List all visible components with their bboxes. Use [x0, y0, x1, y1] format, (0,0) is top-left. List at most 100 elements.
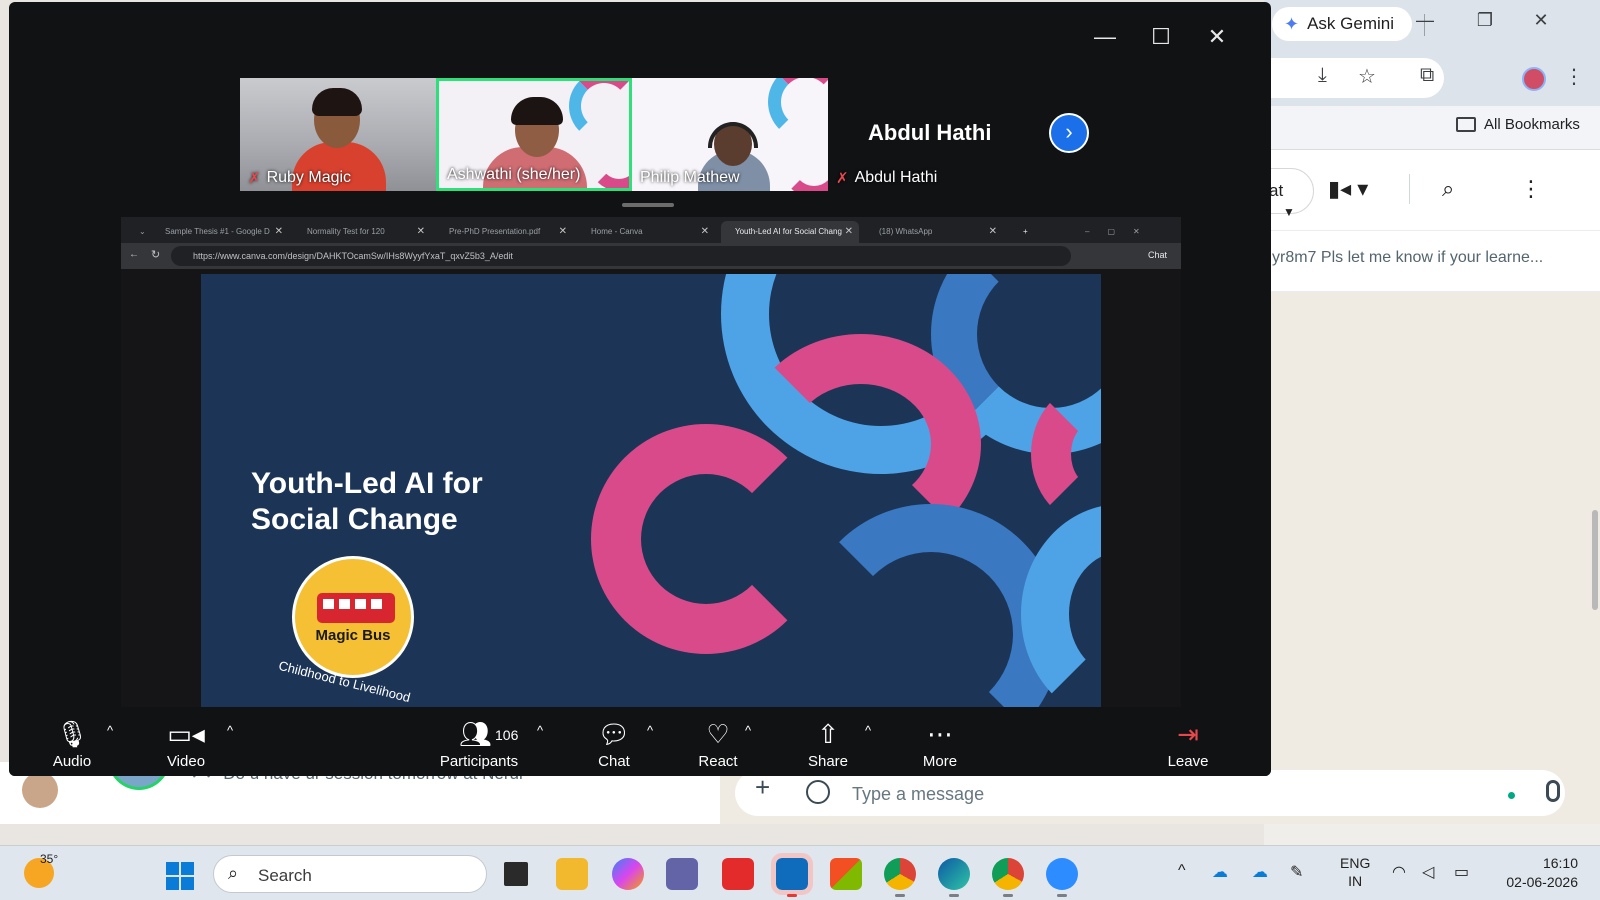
- react-options-caret[interactable]: ^: [745, 723, 751, 738]
- back-arrow-icon[interactable]: ←: [129, 249, 139, 260]
- audio-options-caret[interactable]: ^: [107, 723, 113, 738]
- participants-button[interactable]: 👥︎ Participants: [429, 717, 529, 770]
- kebab-menu-icon[interactable]: ⋮: [1564, 64, 1584, 89]
- chat-button[interactable]: 💬︎ Chat: [569, 717, 659, 770]
- zoom-close-icon[interactable]: ✕: [1202, 24, 1232, 50]
- logo-text: Magic Bus: [315, 627, 391, 644]
- minimize-icon[interactable]: —: [1410, 10, 1440, 31]
- bookmark-star-icon[interactable]: ☆: [1358, 64, 1376, 89]
- address-bar[interactable]: [1264, 58, 1444, 98]
- copilot-icon[interactable]: [612, 858, 644, 890]
- chrome-icon[interactable]: [884, 858, 916, 890]
- strip-drag-handle[interactable]: [622, 203, 674, 207]
- tab-close-icon[interactable]: ✕: [989, 226, 997, 237]
- microsoft-store-icon[interactable]: [830, 858, 862, 890]
- user-avatar[interactable]: [22, 772, 58, 808]
- shared-tab[interactable]: (18) WhatsApp ✕: [865, 221, 1003, 243]
- participant-count: 106: [495, 727, 519, 743]
- battery-icon[interactable]: ▭: [1454, 862, 1469, 882]
- tab-close-icon[interactable]: ✕: [845, 226, 853, 237]
- chat-label: Chat: [598, 753, 630, 770]
- tab-close-icon[interactable]: ✕: [275, 226, 283, 237]
- status-dot: [1508, 792, 1515, 799]
- voice-mic-icon[interactable]: [1546, 780, 1560, 802]
- participant-hair: [312, 88, 362, 116]
- sticker-emoji-icon[interactable]: [806, 780, 830, 804]
- share-screen-icon: ⇧: [817, 719, 839, 749]
- participant-name-tag: Philip Mathew: [640, 169, 740, 187]
- all-bookmarks-button[interactable]: All Bookmarks: [1456, 116, 1580, 133]
- new-tab-icon[interactable]: +: [1009, 221, 1029, 243]
- start-button[interactable]: [166, 862, 194, 890]
- menu-dots-icon[interactable]: ⋮: [1520, 176, 1542, 202]
- show-hidden-icons-chevron[interactable]: ^: [1178, 862, 1186, 880]
- edge-running-indicator: [949, 894, 959, 897]
- language-indicator[interactable]: ENG IN: [1340, 854, 1370, 890]
- tab-close-icon[interactable]: ✕: [701, 226, 709, 237]
- pinned-message-preview[interactable]: yr8m7 Pls let me know if your learne...: [1264, 230, 1600, 292]
- all-bookmarks-label: All Bookmarks: [1484, 116, 1580, 133]
- next-participants-button[interactable]: ›: [1049, 113, 1089, 153]
- shared-tab[interactable]: Pre-PhD Presentation.pdf ✕: [435, 221, 573, 243]
- tab-close-icon[interactable]: ✕: [559, 226, 567, 237]
- folder-icon: [1456, 117, 1476, 132]
- leave-button[interactable]: ⇥ Leave: [1143, 717, 1233, 770]
- tab-search-icon[interactable]: ⌄: [125, 221, 145, 243]
- onedrive-icon[interactable]: ☁: [1212, 862, 1228, 882]
- video-button[interactable]: ▭◂ Video: [141, 717, 231, 770]
- extensions-icon[interactable]: ⧉: [1420, 64, 1434, 87]
- teams-icon[interactable]: [666, 858, 698, 890]
- onedrive-business-icon[interactable]: ☁: [1252, 862, 1268, 882]
- share-button[interactable]: ⇧ Share: [783, 717, 873, 770]
- participant-display-name: Abdul Hathi: [868, 120, 992, 145]
- wifi-icon[interactable]: ◠: [1392, 862, 1406, 882]
- taskbar-search-box[interactable]: ⌕ Search: [213, 855, 487, 893]
- zoom-icon[interactable]: [1046, 858, 1078, 890]
- windows-taskbar: 35° ⌕ Search ^ ☁ ☁ ✎ ENG IN ◠ ◁ ▭ 16:10 …: [0, 845, 1600, 900]
- slide-title: Youth-Led AI for Social Change: [251, 466, 483, 538]
- zoom-minimize-icon[interactable]: —: [1090, 24, 1120, 50]
- participant-tile-video-off[interactable]: Abdul Hathi ✗ Abdul Hathi: [828, 78, 1028, 191]
- attach-plus-icon[interactable]: +: [755, 772, 770, 803]
- shared-tab[interactable]: Home - Canva ✕: [577, 221, 715, 243]
- volume-icon[interactable]: ◁: [1422, 862, 1434, 882]
- chrome-profile-icon[interactable]: [992, 858, 1024, 890]
- shared-tab-active[interactable]: Youth-Led AI for Social Chang ✕: [721, 221, 859, 243]
- video-options-caret[interactable]: ^: [227, 723, 233, 738]
- weather-temperature: 35°: [40, 852, 59, 866]
- wps-office-icon[interactable]: [722, 858, 754, 890]
- shared-tab[interactable]: Sample Thesis #1 - Google D ✕: [151, 221, 289, 243]
- restore-icon[interactable]: ❐: [1470, 10, 1500, 31]
- more-button[interactable]: ⋯ More: [895, 717, 985, 770]
- participants-label: Participants: [439, 753, 519, 770]
- video-call-icon[interactable]: ▮◂ ▾: [1328, 176, 1368, 202]
- share-options-caret[interactable]: ^: [865, 723, 871, 738]
- task-view-icon[interactable]: [500, 858, 532, 890]
- system-clock[interactable]: 16:10 02-06-2026: [1498, 854, 1578, 892]
- shared-tab[interactable]: Normality Test for 120 ✕: [293, 221, 431, 243]
- edge-icon[interactable]: [938, 858, 970, 890]
- profile-avatar[interactable]: [1522, 67, 1546, 91]
- copilot-chat-button[interactable]: Chat: [1148, 250, 1167, 260]
- search-icon[interactable]: ⌕: [1442, 176, 1454, 202]
- tab-close-icon[interactable]: ✕: [417, 226, 425, 237]
- shared-url-field[interactable]: https://www.canva.com/design/DAHKTOcamSw…: [171, 246, 1071, 266]
- reload-icon[interactable]: ↻: [151, 248, 160, 261]
- slide-title-line: Social Change: [251, 503, 458, 536]
- close-icon[interactable]: ✕: [1526, 10, 1556, 31]
- audio-button[interactable]: 🎙︎ Audio: [27, 717, 117, 770]
- participant-tile[interactable]: ✗ Ruby Magic: [240, 78, 436, 191]
- file-explorer-icon[interactable]: [556, 858, 588, 890]
- outlook-icon[interactable]: [771, 853, 813, 895]
- background-browser-window: ✦ Ask Gemini — ❐ ✕ ⤓ ☆ ⧉ ⋮ All Bookmarks…: [1244, 0, 1600, 845]
- participants-options-caret[interactable]: ^: [537, 723, 543, 738]
- chat-options-caret[interactable]: ^: [647, 723, 653, 738]
- chat-scrollbar[interactable]: [1592, 510, 1598, 610]
- input-indicator-icon[interactable]: ✎: [1290, 862, 1303, 882]
- zoom-maximize-icon[interactable]: ☐: [1146, 24, 1176, 50]
- ask-gemini-button[interactable]: ✦ Ask Gemini: [1272, 7, 1412, 41]
- participant-tile-active-speaker[interactable]: Ashwathi (she/her): [436, 78, 632, 191]
- participant-tile[interactable]: Philip Mathew: [632, 78, 828, 191]
- participant-name-tag: Ashwathi (she/her): [447, 166, 580, 184]
- install-app-icon[interactable]: ⤓: [1318, 64, 1327, 87]
